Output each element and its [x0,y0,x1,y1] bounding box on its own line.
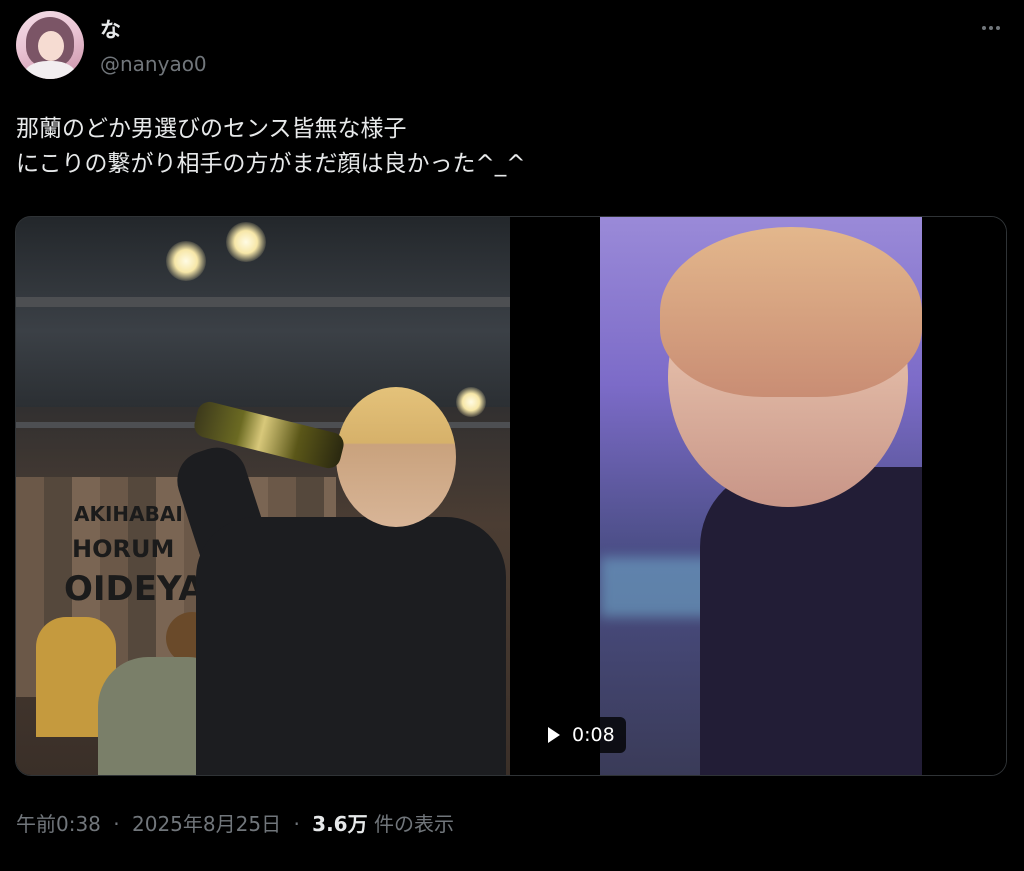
tweet-text-line-2: にこりの繋がり相手の方がまだ顔は良かった^_^ [16,151,526,177]
photo-person-head [336,387,456,527]
tweet-photo[interactable]: AKIHABAI HORUM OIDEYA [16,217,510,775]
views-label[interactable]: 件の表示 [374,812,454,836]
photo-person [196,517,506,775]
photo-sign-line-2: HORUM [72,535,175,563]
tweet-time[interactable]: 午前0:38 [16,812,101,836]
author-display-name[interactable]: な [100,14,121,44]
avatar-face [38,31,64,61]
play-icon [548,727,560,743]
photo-light [166,241,206,281]
meta-separator: · [113,812,120,836]
tweet-meta: 午前0:38 · 2025年8月25日 · 3.6万 件の表示 [16,808,454,837]
photo-light [456,387,486,417]
photo-light [226,222,266,262]
tweet-date[interactable]: 2025年8月25日 [132,812,281,836]
video-play-badge[interactable]: 0:08 [536,717,626,753]
more-horizontal-icon [982,26,986,30]
photo-sign-line-1: AKIHABAI [74,502,183,526]
video-duration: 0:08 [572,724,615,746]
video-person [660,227,922,775]
author-handle[interactable]: @nanyao0 [100,52,207,76]
more-horizontal-icon-dot [989,26,993,30]
media-container: AKIHABAI HORUM OIDEYA 0:08 [15,216,1007,776]
meta-separator: · [293,812,300,836]
more-horizontal-icon-dot [996,26,1000,30]
media-gap [510,217,600,775]
views-count[interactable]: 3.6万 [312,812,367,836]
more-options-button[interactable] [975,18,1007,38]
photo-beam [16,297,510,307]
tweet-video[interactable] [600,217,922,775]
photo-sign-line-3: OIDEYA [64,569,205,609]
video-person-hair [660,227,922,397]
tweet-text: 那蘭のどか男選びのセンス皆無な様子 にこりの繋がり相手の方がまだ顔は良かった^_… [16,112,996,182]
video-person-shirt [700,467,922,775]
video-letterbox [922,217,1006,775]
avatar-clothing [24,61,76,79]
tweet-text-line-1: 那蘭のどか男選びのセンス皆無な様子 [16,116,407,142]
avatar[interactable] [16,11,84,79]
